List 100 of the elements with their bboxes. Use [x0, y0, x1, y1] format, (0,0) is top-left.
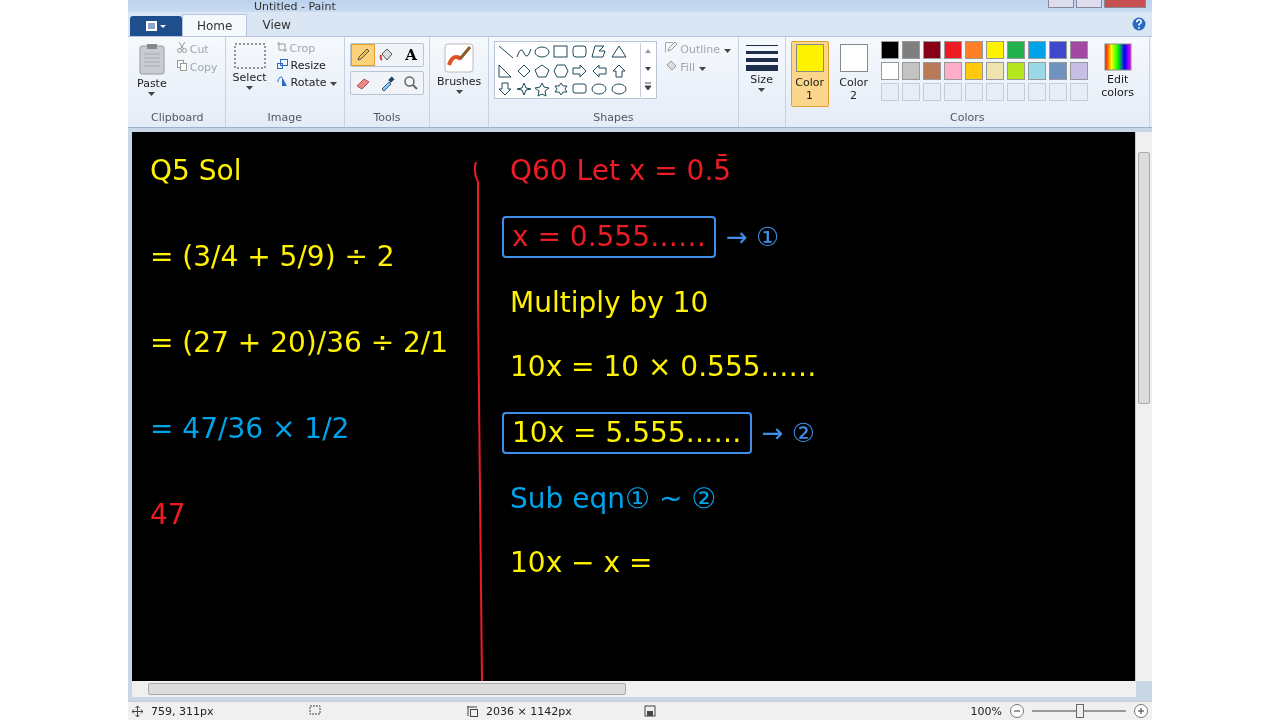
select-button[interactable]: Select [230, 41, 269, 92]
paint-bucket-icon [665, 60, 678, 71]
resize-button[interactable]: Resize [274, 58, 340, 73]
help-icon[interactable] [1132, 17, 1146, 31]
paste-button[interactable]: Paste [135, 41, 169, 98]
pencil-tool[interactable] [351, 44, 376, 66]
palette-color[interactable] [985, 41, 1004, 59]
window-title: Untitled - Paint [254, 1, 336, 12]
custom-color-slot[interactable] [1048, 83, 1067, 101]
zoom-in-button[interactable] [1134, 704, 1148, 718]
palette-color[interactable] [901, 62, 920, 80]
menu-button[interactable] [130, 16, 182, 36]
minus-icon [1013, 707, 1021, 715]
handwritten-note: Sub eqn① ~ ② [509, 481, 718, 517]
palette-color[interactable] [1069, 62, 1088, 80]
handwritten-note: Q60 Let x = 0.5̄ [509, 153, 733, 189]
group-label: Clipboard [150, 111, 205, 126]
vertical-scrollbar[interactable] [1135, 132, 1152, 681]
equation-label: → ② [761, 418, 815, 448]
selection-icon [309, 704, 321, 715]
horizontal-scrollbar[interactable] [132, 681, 1136, 697]
edit-colors-button[interactable]: Edit colors [1095, 41, 1140, 101]
custom-color-slot[interactable] [922, 83, 941, 101]
palette-color[interactable] [922, 41, 941, 59]
size-button[interactable]: Size [743, 41, 780, 94]
handwritten-note: 10x − x = [509, 545, 654, 581]
caret-icon [455, 90, 463, 94]
handwritten-note: Multiply by 10 [509, 285, 710, 321]
maximize-button[interactable] [1076, 0, 1102, 8]
handwritten-note: = 47/36 × 1/2 [149, 411, 351, 447]
palette-color[interactable] [943, 62, 962, 80]
caret-icon [148, 92, 156, 96]
eyedropper-icon [379, 75, 396, 91]
custom-color-slot[interactable] [901, 83, 920, 101]
handwritten-note: 10x = 10 × 0.555…… [509, 349, 818, 385]
palette-color[interactable] [1048, 41, 1067, 59]
pencil-icon [355, 47, 372, 63]
image-size-icon [467, 705, 478, 717]
group-label: Colors [949, 111, 986, 126]
color-selector[interactable]: Color 2 [834, 41, 873, 107]
palette-color[interactable] [1048, 62, 1067, 80]
palette-color[interactable] [922, 62, 941, 80]
minimize-button[interactable] [1048, 0, 1074, 8]
palette-color[interactable] [1027, 62, 1046, 80]
zoom-slider-thumb[interactable] [1076, 704, 1084, 718]
palette-color[interactable] [943, 41, 962, 59]
handwritten-note: = (3/4 + 5/9) ÷ 2 [149, 239, 396, 275]
color-spectrum-icon [1103, 43, 1132, 71]
group-label: Shapes [592, 111, 635, 126]
caret-icon [330, 82, 338, 86]
palette-color[interactable] [1027, 41, 1046, 59]
selection-icon [233, 43, 266, 69]
menu-icon [145, 20, 167, 32]
magnifier-icon [403, 75, 420, 91]
caret-icon [723, 49, 731, 53]
handwritten-note: x = 0.555…… [502, 216, 716, 258]
brushes-button[interactable]: Brushes [435, 41, 484, 96]
caret-icon [246, 86, 254, 90]
zoom-level: 100% [970, 704, 1002, 718]
palette-color[interactable] [1069, 41, 1088, 59]
rotate-button[interactable]: Rotate [274, 75, 340, 90]
color-selector[interactable]: Color 1 [790, 41, 829, 107]
zoom-out-button[interactable] [1010, 704, 1024, 718]
ribbon-tab[interactable]: View [247, 14, 306, 36]
brush-icon [444, 43, 475, 73]
palette-color[interactable] [880, 41, 899, 59]
save-icon [644, 705, 656, 717]
group-label: Image [266, 111, 304, 126]
palette-color[interactable] [985, 62, 1004, 80]
scissors-icon [176, 42, 187, 53]
custom-color-slot[interactable] [1006, 83, 1025, 101]
handwritten-note: 10x = 5.555…… [502, 412, 752, 454]
shapes-gallery[interactable] [494, 41, 658, 99]
cursor-position: 759, 311px [151, 704, 215, 718]
text-tool[interactable]: A [399, 44, 424, 66]
drawing-canvas[interactable]: Q5 Sol = (3/4 + 5/9) ÷ 2 = (27 + 20)/36 ÷ 2/1 = 47/36 × 1/2 47 Q60 Let x = 0.5̄ x = 0.555…… → ① Multiply by 10 10x = 10 × 0.555…… 10x = 5.555…… → ② Sub eqn① ~ ② 10x − x = [132, 132, 1135, 681]
palette-color[interactable] [901, 41, 920, 59]
plus-icon [1137, 707, 1145, 715]
custom-color-slot[interactable] [1027, 83, 1046, 101]
custom-color-slot[interactable] [1069, 83, 1088, 101]
handwritten-note: 47 [149, 497, 187, 533]
copy-icon [176, 60, 187, 71]
palette-color[interactable] [1006, 62, 1025, 80]
custom-color-slot[interactable] [985, 83, 1004, 101]
pencil-icon [665, 42, 678, 53]
custom-color-slot[interactable] [964, 83, 983, 101]
cursor-position-icon [132, 705, 143, 717]
palette-color[interactable] [964, 41, 983, 59]
custom-color-slot[interactable] [943, 83, 962, 101]
palette-color[interactable] [1006, 41, 1025, 59]
handwritten-note: Q5 Sol [149, 153, 243, 189]
image-size: 2036 × 1142px [486, 704, 573, 718]
rotate-icon [276, 76, 288, 86]
custom-color-slot[interactable] [880, 83, 899, 101]
handwritten-note: = (27 + 20)/36 ÷ 2/1 [149, 325, 450, 361]
resize-icon [276, 59, 288, 69]
palette-color[interactable] [880, 62, 899, 80]
crop-icon [276, 42, 287, 52]
palette-color[interactable] [964, 62, 983, 80]
ribbon-tab[interactable]: Home [182, 14, 248, 36]
